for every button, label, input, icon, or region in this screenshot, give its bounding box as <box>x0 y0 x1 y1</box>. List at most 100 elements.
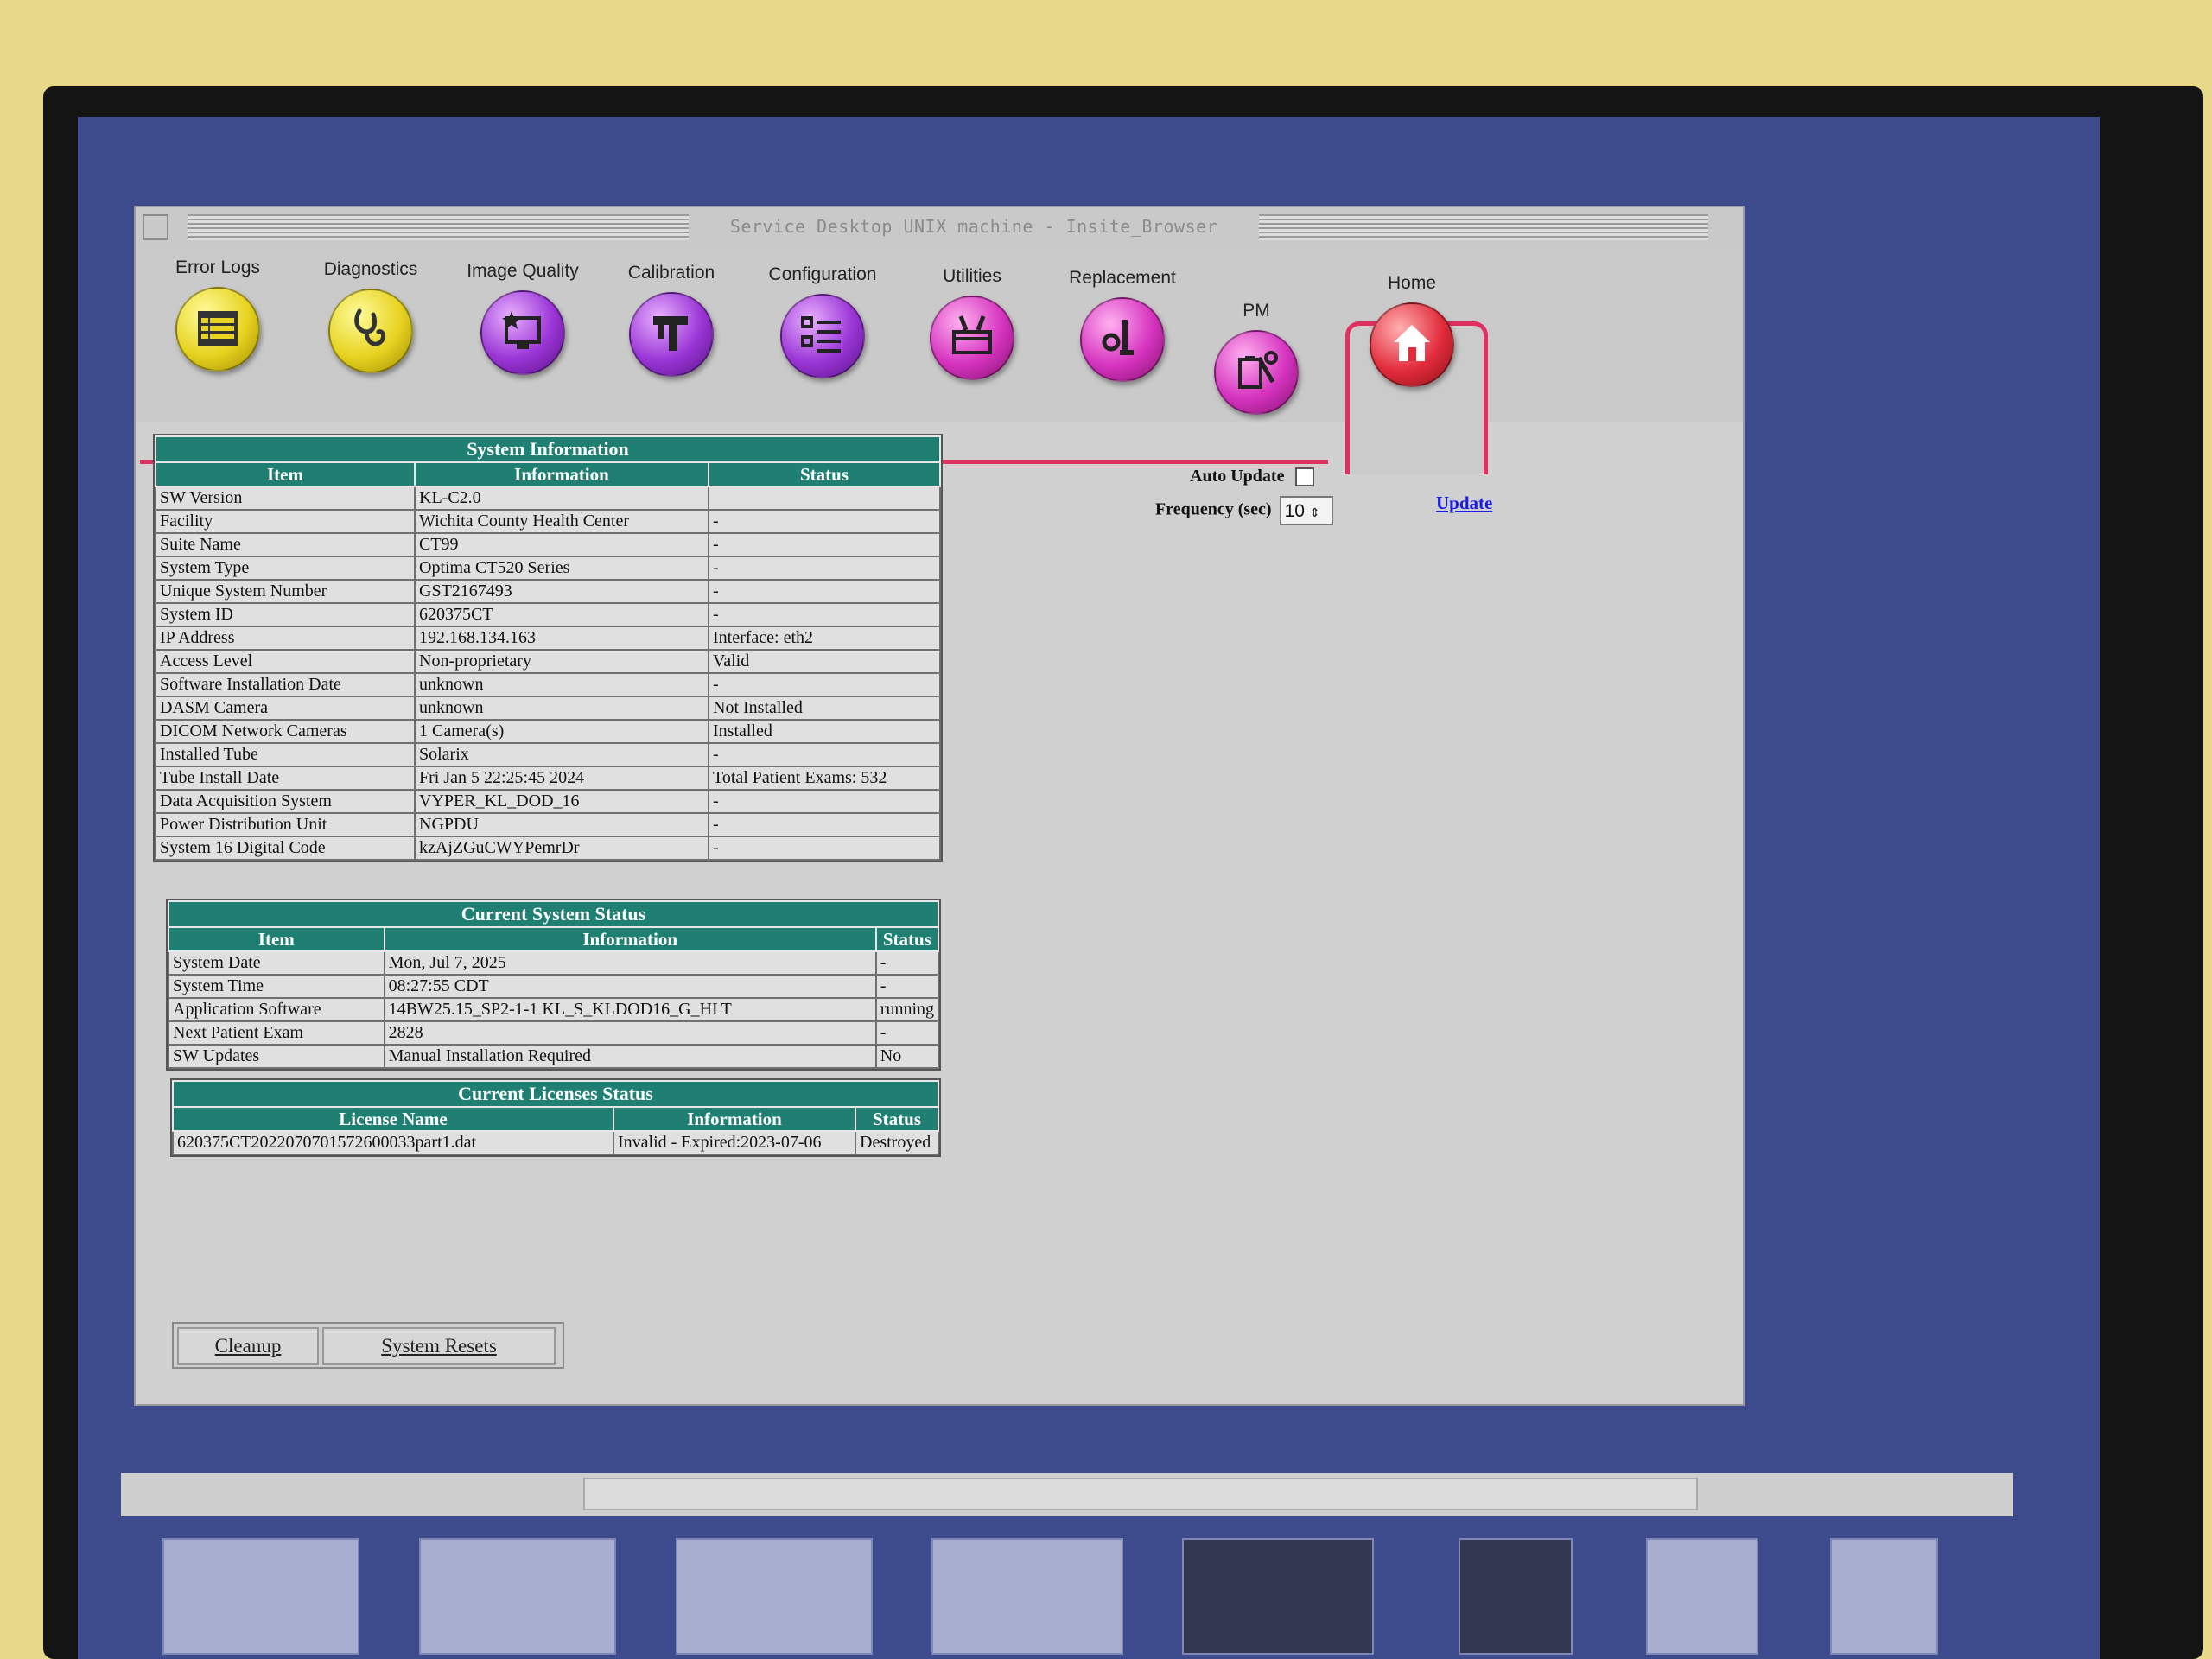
table-caption: System Information <box>155 435 941 463</box>
tool-calibration[interactable]: Calibration <box>607 259 736 410</box>
tube-icon[interactable] <box>1646 1538 1758 1655</box>
column-header: Item <box>168 926 385 952</box>
title-grip-right <box>1259 214 1708 240</box>
column-header: Status <box>874 926 940 952</box>
status-cell <box>708 486 941 511</box>
status-cell: Not Installed <box>708 696 941 721</box>
column-header: Information <box>414 461 709 487</box>
tool-error-logs[interactable]: Error Logs <box>153 254 283 405</box>
tool-pm[interactable]: PM <box>1192 297 1321 448</box>
item-cell: Power Distribution Unit <box>155 812 416 837</box>
update-link[interactable]: Update <box>1436 493 1492 514</box>
item-cell: System Date <box>168 950 385 976</box>
cleanup-button[interactable]: Cleanup <box>177 1327 319 1365</box>
current-licenses-status-table: Current Licenses Status License Name Inf… <box>170 1078 941 1157</box>
window-menu-icon[interactable] <box>143 214 168 240</box>
frequency-row: Frequency (sec) 10 ⇕ <box>1155 496 1333 525</box>
tool-image-quality[interactable]: Image Quality <box>458 257 588 409</box>
status-cell: - <box>874 1020 940 1046</box>
table-row: System Time 08:27:55 CDT - <box>168 974 940 999</box>
tool-label: Configuration <box>768 264 877 284</box>
table-row: Unique System Number GST2167493- <box>155 579 941 604</box>
table-row: Installed Tube Solarix - <box>155 742 941 767</box>
checklist-icon <box>780 294 865 378</box>
item-cell: SW Updates <box>168 1044 385 1069</box>
item-cell: Access Level <box>155 649 416 674</box>
information-cell: CT99 <box>414 532 709 557</box>
table-row: Facility Wichita County Health Center - <box>155 509 941 534</box>
frequency-value: 10 <box>1284 501 1305 521</box>
table-row: SW Version KL-C2.0 <box>155 486 941 511</box>
status-cell: - <box>708 672 941 697</box>
item-cell: DICOM Network Cameras <box>155 719 416 744</box>
table-row: 620375CT2022070701572600033part1.dat Inva… <box>172 1130 939 1155</box>
frequency-spinner[interactable]: 10 ⇕ <box>1279 496 1333 525</box>
item-cell: IP Address <box>155 626 416 651</box>
auto-update-label: Auto Update <box>1190 467 1285 486</box>
tool-utilities[interactable]: Utilities <box>907 263 1037 414</box>
clock-worklist-icon[interactable] <box>676 1538 873 1655</box>
information-cell: 192.168.134.163 <box>414 626 709 651</box>
image-stack-icon[interactable] <box>1459 1538 1573 1655</box>
information-cell: Solarix <box>414 742 709 767</box>
image-viewer-icon[interactable] <box>1182 1538 1374 1655</box>
patient-transport-icon[interactable] <box>419 1538 616 1655</box>
table-row: DASM Camera unknown Not Installed <box>155 696 941 721</box>
wrench-bolt-icon <box>1080 297 1165 382</box>
information-cell: NGPDU <box>414 812 709 837</box>
item-cell: Application Software <box>168 997 385 1022</box>
status-cell: - <box>874 974 940 999</box>
tool-replacement[interactable]: Replacement <box>1058 264 1187 416</box>
table-row: Power Distribution Unit NGPDU - <box>155 812 941 837</box>
information-cell: KL-C2.0 <box>414 486 709 511</box>
auto-update-checkbox[interactable] <box>1295 467 1315 487</box>
information-cell: Mon, Jul 7, 2025 <box>383 950 877 976</box>
item-cell: Facility <box>155 509 416 534</box>
tool-home[interactable]: Home <box>1347 270 1477 421</box>
system-resets-button[interactable]: System Resets <box>322 1327 556 1365</box>
item-cell: Suite Name <box>155 532 416 557</box>
table-row: Application Software 14BW25.15_SP2-1-1 KL… <box>168 997 940 1022</box>
table-row: Next Patient Exam 2828- <box>168 1020 940 1046</box>
information-cell: 620375CT <box>414 602 709 627</box>
patient-schedule-icon[interactable] <box>162 1538 359 1655</box>
tool-label: Home <box>1387 273 1437 293</box>
item-cell: System 16 Digital Code <box>155 836 416 861</box>
title-grip-left <box>188 214 689 240</box>
horizontal-scrollbar[interactable] <box>121 1473 2013 1516</box>
tool-configuration[interactable]: Configuration <box>758 261 887 412</box>
status-cell: running <box>874 997 940 1022</box>
information-cell: 1 Camera(s) <box>414 719 709 744</box>
table-row: Tube Install Date Fri Jan 5 22:25:45 2024… <box>155 766 941 791</box>
item-cell: System Time <box>168 974 385 999</box>
item-cell: DASM Camera <box>155 696 416 721</box>
status-cell: Total Patient Exams: 532 <box>708 766 941 791</box>
item-cell: Software Installation Date <box>155 672 416 697</box>
column-header: Status <box>708 461 941 487</box>
status-cell: - <box>708 602 941 627</box>
monitor-star-icon <box>480 290 565 375</box>
status-cell: - <box>708 509 941 534</box>
spinner-arrows-icon[interactable]: ⇕ <box>1310 505 1320 519</box>
table-row: DICOM Network Cameras 1 Camera(s) Installe… <box>155 719 941 744</box>
current-system-status-table: Current System Status Item Information S… <box>166 899 941 1071</box>
tool-label: Error Logs <box>175 257 261 277</box>
information-cell: Non-proprietary <box>414 649 709 674</box>
scan-anatomy-icon[interactable] <box>931 1538 1123 1655</box>
column-header: Status <box>855 1106 939 1132</box>
title-bar[interactable]: Service Desktop UNIX machine - Insite_Br… <box>136 207 1743 250</box>
table-row: SW Updates Manual Installation Required No <box>168 1044 940 1069</box>
table-row: System Type Optima CT520 Series - <box>155 556 941 581</box>
scrollbar-thumb[interactable] <box>583 1478 1698 1510</box>
gantry-service-icon[interactable] <box>1830 1538 1938 1655</box>
status-cell: - <box>708 579 941 604</box>
item-cell: Next Patient Exam <box>168 1020 385 1046</box>
information-cell: Optima CT520 Series <box>414 556 709 581</box>
status-cell: Interface: eth2 <box>708 626 941 651</box>
information-cell: Wichita County Health Center <box>414 509 709 534</box>
information-cell: Fri Jan 5 22:25:45 2024 <box>414 766 709 791</box>
status-cell: Destroyed <box>855 1130 939 1155</box>
tool-diagnostics[interactable]: Diagnostics <box>306 256 435 407</box>
information-cell: 14BW25.15_SP2-1-1 KL_S_KLDOD16_G_HLT <box>383 997 877 1022</box>
table-row: Suite Name CT99- <box>155 532 941 557</box>
